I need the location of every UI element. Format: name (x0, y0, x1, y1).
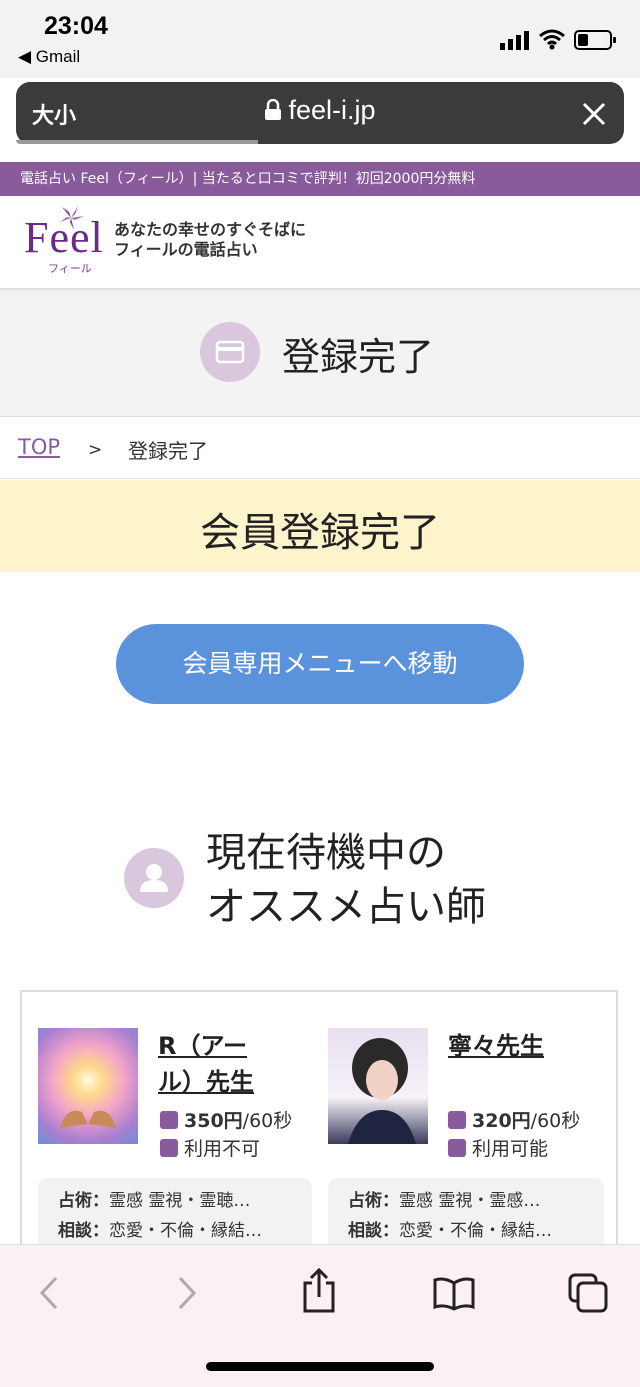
lock-icon (265, 98, 282, 120)
back-arrow-icon[interactable] (36, 1275, 62, 1311)
tag-line-tech: 占術：霊感 霊視・霊聴… (58, 1186, 312, 1216)
signal-icon (500, 31, 529, 50)
logo-sub: フィール (48, 262, 92, 275)
url-field[interactable]: feel-i.jp (16, 95, 624, 126)
tag-value: 恋愛・不倫・縁結… (109, 1221, 262, 1241)
teller-name-line-1: R（アー (158, 1032, 248, 1060)
share-icon[interactable] (300, 1267, 338, 1313)
address-bar[interactable]: 大小 feel-i.jp (16, 82, 624, 144)
teller-price: 320円/60秒 (448, 1106, 580, 1133)
teller-price: 350円/60秒 (160, 1106, 292, 1133)
tagline-line-1: あなたの幸せのすぐそばに (114, 220, 307, 239)
user-icon (124, 848, 184, 908)
page-title-band: 登録完了 (0, 290, 640, 417)
recommended-heading-line-2: オススメ占い師 (206, 884, 486, 930)
member-menu-button[interactable]: 会員専用メニューへ移動 (116, 624, 524, 704)
teller-name-line-2: ル）先生 (158, 1068, 254, 1096)
back-to-app-link[interactable]: ◀ Gmail (18, 47, 80, 67)
battery-icon (574, 30, 616, 50)
tag-value: 霊感 霊視・霊感… (399, 1191, 541, 1211)
teller-photo[interactable] (38, 1028, 138, 1144)
availability-text: 利用可能 (472, 1138, 549, 1160)
breadcrumb-top-link[interactable]: TOP (18, 435, 60, 459)
teller-name-line-1: 寧々先生 (448, 1032, 544, 1060)
teller-availability: 利用不可 (160, 1134, 260, 1161)
card-icon (200, 322, 260, 382)
completion-band: 会員登録完了 (0, 480, 640, 572)
teller-photo[interactable] (328, 1028, 428, 1144)
logo[interactable]: Feel (24, 212, 104, 263)
tabs-icon[interactable] (566, 1271, 610, 1313)
load-progress-bar (16, 140, 258, 144)
hands-light-image (60, 1110, 116, 1128)
price-unit: /60秒 (242, 1110, 293, 1132)
tag-value: 霊感 霊視・霊聴… (109, 1191, 251, 1211)
price-unit: /60秒 (530, 1110, 581, 1132)
tag-label: 占術： (58, 1191, 109, 1211)
tagline: あなたの幸せのすぐそばに フィールの電話占い (114, 220, 306, 260)
breadcrumb: TOP > 登録完了 (0, 418, 640, 479)
availability-text: 利用不可 (184, 1138, 261, 1160)
teller-name-link[interactable]: 寧々先生 (448, 1028, 598, 1064)
tag-label: 相談： (58, 1221, 109, 1241)
clock: 23:04 (44, 12, 108, 40)
tagline-line-2: フィールの電話占い (114, 240, 258, 259)
price-value: 320円 (472, 1110, 531, 1132)
tag-label: 占術： (348, 1191, 399, 1211)
tag-line-tech: 占術：霊感 霊視・霊感… (348, 1186, 604, 1216)
price-value: 350円 (184, 1110, 243, 1132)
bookmarks-icon[interactable] (432, 1275, 476, 1311)
close-icon[interactable] (582, 102, 606, 126)
recommended-heading-line-1: 現在待機中の (206, 830, 446, 876)
page-title: 登録完了 (282, 335, 435, 379)
woman-portrait-image (348, 1038, 416, 1144)
mail-icon (448, 1139, 466, 1157)
mail-icon (160, 1139, 178, 1157)
phone-icon (160, 1111, 178, 1129)
completion-heading: 会員登録完了 (200, 510, 440, 556)
tag-line-consult: 相談：恋愛・不倫・縁結… (58, 1216, 312, 1246)
site-header: Feel フィール あなたの幸せのすぐそばに フィールの電話占い (0, 196, 640, 290)
phone-icon (448, 1111, 466, 1129)
wifi-icon (539, 29, 565, 50)
tag-label: 相談： (348, 1221, 399, 1241)
breadcrumb-current: 登録完了 (128, 439, 208, 463)
tag-line-consult: 相談：恋愛・不倫・縁結… (348, 1216, 604, 1246)
url-text: feel-i.jp (288, 95, 376, 125)
recommended-heading: 現在待機中の オススメ占い師 (206, 826, 486, 934)
teller-name-link[interactable]: R（アー ル）先生 (158, 1028, 308, 1100)
tag-value: 恋愛・不倫・縁結… (399, 1221, 552, 1241)
status-bar: 23:04 ◀ Gmail (0, 0, 640, 78)
breadcrumb-separator: > (88, 440, 103, 460)
teller-availability: 利用可能 (448, 1134, 548, 1161)
forward-arrow-icon[interactable] (174, 1275, 200, 1311)
home-indicator (206, 1362, 434, 1371)
site-strip: 電話占い Feel（フィール）| 当たると口コミで評判！初回2000円分無料 (0, 162, 640, 196)
